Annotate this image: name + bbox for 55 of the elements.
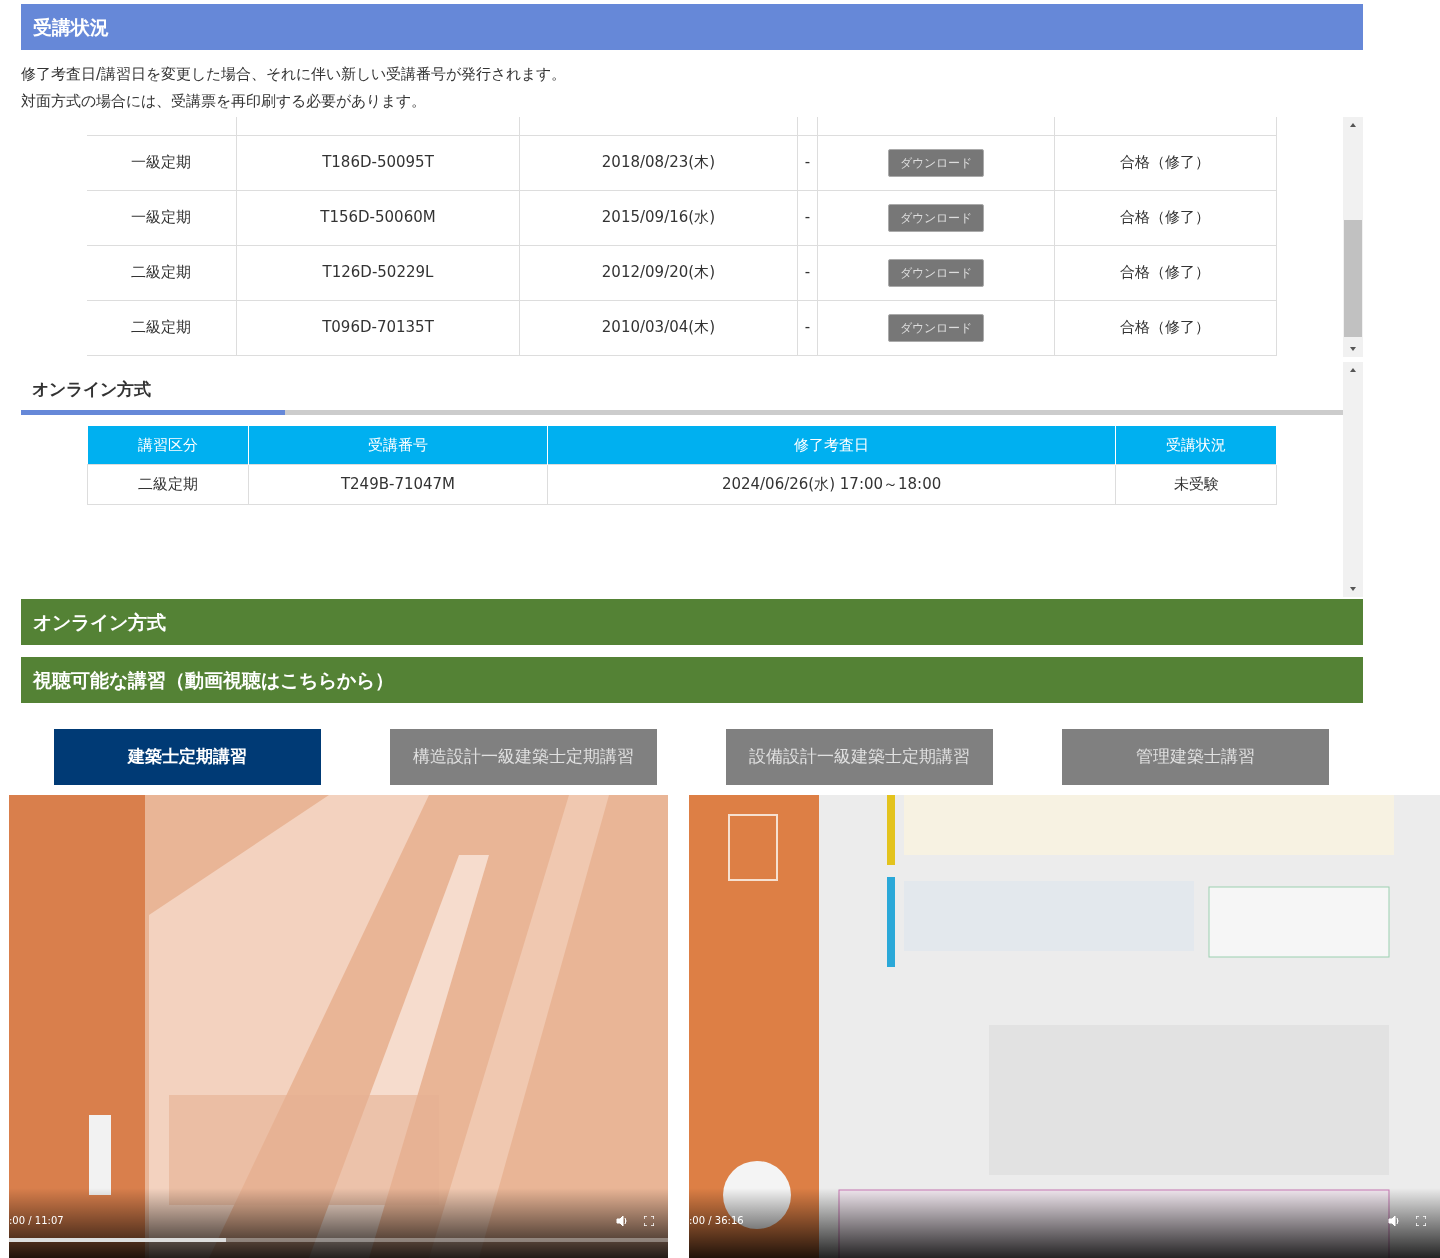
table-cell: - bbox=[797, 300, 818, 355]
notice-text: 修了考査日/講習日を変更した場合、それに伴い新しい受講番号が発行されます。 bbox=[21, 64, 567, 85]
scrollbar[interactable] bbox=[1343, 362, 1363, 597]
download-button[interactable]: ダウンロード bbox=[887, 148, 984, 177]
table-cell: T186D-50095T bbox=[236, 135, 520, 190]
video-time: :00 / 11:07 bbox=[9, 1214, 64, 1228]
table-cell: 一級定期 bbox=[87, 190, 237, 245]
column-header: 講習区分 bbox=[87, 426, 249, 464]
download-button[interactable]: ダウンロード bbox=[887, 313, 984, 342]
scroll-up-icon[interactable] bbox=[1349, 121, 1357, 129]
table-cell: 合格（修了） bbox=[1054, 135, 1277, 190]
table-cell: 2024/06/26(水) 17:00～18:00 bbox=[547, 464, 1116, 504]
download-button[interactable]: ダウンロード bbox=[887, 258, 984, 287]
table-cell: 未受験 bbox=[1115, 464, 1277, 504]
section-header: 受講状況 bbox=[21, 4, 1363, 50]
progress-bar[interactable] bbox=[9, 1238, 668, 1242]
course-tab[interactable]: 設備設計一級建築士定期講習 bbox=[726, 729, 993, 785]
scroll-down-icon[interactable] bbox=[1349, 345, 1357, 353]
section-heading: オンライン方式 bbox=[32, 378, 151, 399]
scroll-up-icon[interactable] bbox=[1349, 366, 1357, 374]
table-cell: 一級定期 bbox=[87, 135, 237, 190]
column-header: 受講状況 bbox=[1115, 426, 1277, 464]
scroll-down-icon[interactable] bbox=[1349, 585, 1357, 593]
scrollbar[interactable] bbox=[1343, 117, 1363, 357]
table-cell: T249B-71047M bbox=[248, 464, 548, 504]
fullscreen-icon[interactable] bbox=[1416, 1216, 1426, 1226]
table-cell: 二級定期 bbox=[87, 300, 237, 355]
section-bar: 視聴可能な講習（動画視聴はこちらから） bbox=[21, 657, 1363, 703]
table-cell: 2015/09/16(水) bbox=[519, 190, 798, 245]
course-tab[interactable]: 建築士定期講習 bbox=[54, 729, 321, 785]
table-cell: T126D-50229L bbox=[236, 245, 520, 300]
fullscreen-icon[interactable] bbox=[644, 1216, 654, 1226]
volume-icon[interactable] bbox=[616, 1215, 628, 1227]
table-cell: T096D-70135T bbox=[236, 300, 520, 355]
column-header: 受講番号 bbox=[248, 426, 548, 464]
video-time: :00 / 36:16 bbox=[689, 1214, 744, 1228]
table-cell: - bbox=[797, 245, 818, 300]
table-cell: 合格（修了） bbox=[1054, 245, 1277, 300]
table-cell: - bbox=[797, 135, 818, 190]
table-cell: 2012/09/20(木) bbox=[519, 245, 798, 300]
course-tab[interactable]: 構造設計一級建築士定期講習 bbox=[390, 729, 657, 785]
section-bar: オンライン方式 bbox=[21, 599, 1363, 645]
table-cell: 二級定期 bbox=[87, 464, 249, 504]
table-cell: T156D-50060M bbox=[236, 190, 520, 245]
table-cell: - bbox=[797, 190, 818, 245]
download-button[interactable]: ダウンロード bbox=[887, 203, 984, 232]
table-cell: 合格（修了） bbox=[1054, 190, 1277, 245]
table-cell: 二級定期 bbox=[87, 245, 237, 300]
course-tab[interactable]: 管理建築士講習 bbox=[1062, 729, 1329, 785]
table-cell: 2010/03/04(木) bbox=[519, 300, 798, 355]
table-cell: 2018/08/23(木) bbox=[519, 135, 798, 190]
notice-text: 対面方式の場合には、受講票を再印刷する必要があります。 bbox=[21, 91, 426, 112]
column-header: 修了考査日 bbox=[547, 426, 1116, 464]
table-cell: 合格（修了） bbox=[1054, 300, 1277, 355]
volume-icon[interactable] bbox=[1388, 1215, 1400, 1227]
